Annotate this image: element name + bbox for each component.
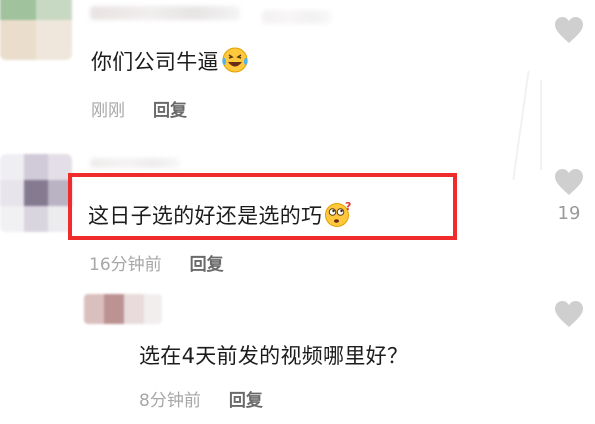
comment-item: 选在4天前发的视频哪里好？ 8分钟前 回复 bbox=[0, 290, 595, 424]
comment-text-content: 你们公司牛逼 bbox=[91, 50, 219, 74]
comment-time: 刚刚 bbox=[91, 101, 125, 121]
avatar[interactable] bbox=[84, 294, 162, 324]
comment-text: 选在4天前发的视频哪里好？ bbox=[139, 340, 408, 370]
username[interactable] bbox=[90, 6, 240, 20]
heart-icon bbox=[555, 17, 583, 43]
comment-item: 你们公司牛逼 刚刚 回复 bbox=[0, 0, 595, 135]
comment-time: 16分钟前 bbox=[89, 255, 162, 275]
comment-text-content: 选在4天前发的视频哪里好？ bbox=[139, 344, 409, 368]
heart-icon bbox=[555, 301, 583, 327]
username-extra bbox=[262, 10, 332, 24]
comment-meta: 16分钟前 回复 bbox=[89, 250, 224, 275]
reply-button[interactable]: 回复 bbox=[229, 391, 263, 411]
like-button[interactable] bbox=[554, 16, 584, 44]
like-button[interactable] bbox=[554, 168, 584, 196]
avatar[interactable] bbox=[0, 154, 72, 232]
reply-button[interactable]: 回复 bbox=[190, 255, 224, 275]
username[interactable] bbox=[90, 158, 180, 168]
comment-text: 你们公司牛逼 bbox=[91, 46, 249, 79]
comment-meta: 8分钟前 回复 bbox=[139, 386, 263, 411]
highlight-box bbox=[68, 173, 457, 240]
heart-icon bbox=[555, 169, 583, 195]
comment-time: 8分钟前 bbox=[139, 391, 201, 411]
reply-button[interactable]: 回复 bbox=[153, 101, 187, 121]
avatar[interactable] bbox=[0, 0, 72, 60]
like-button[interactable] bbox=[554, 300, 584, 328]
like-count: 19 bbox=[557, 203, 581, 224]
laughing-crying-emoji-icon bbox=[221, 46, 249, 79]
comment-meta: 刚刚 回复 bbox=[91, 96, 187, 121]
